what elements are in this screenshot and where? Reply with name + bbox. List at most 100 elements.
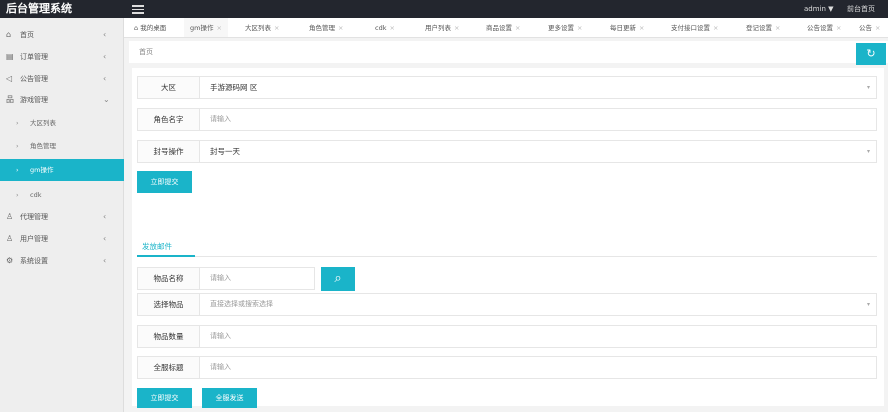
refresh-button[interactable]: ↻ <box>856 43 886 65</box>
role-name-field[interactable]: 角色名字 请输入 <box>137 108 877 131</box>
tab-label: gm操作 <box>190 24 214 32</box>
mail-submit-button[interactable]: 立即提交 <box>137 388 192 408</box>
close-icon[interactable]: × <box>389 24 394 32</box>
close-icon[interactable]: × <box>836 24 841 32</box>
chevron-left-icon: ‹ <box>103 234 107 243</box>
menu-toggle-icon[interactable] <box>132 3 144 15</box>
active-tab-indicator <box>137 255 195 257</box>
chevron-left-icon: ‹ <box>103 30 107 39</box>
sitemap-icon: 品 <box>6 95 14 104</box>
sidebar-item-announcements[interactable]: ◁ 公告管理 ‹ <box>0 68 124 90</box>
sidebar-item-orders[interactable]: ▤ 订单管理 ‹ <box>0 46 124 68</box>
tab-bar: ⌂ 我的桌面 gm操作 × 大区列表 × 角色管理 × cdk × 用户列表 × 商品设置… <box>124 18 888 38</box>
close-icon[interactable]: × <box>454 24 459 32</box>
send-all-button[interactable]: 全服发送 <box>202 388 257 408</box>
ban-select[interactable]: 封号操作 封号一天 ▾ <box>137 140 877 163</box>
ban-label: 封号操作 <box>138 141 200 162</box>
close-icon[interactable]: × <box>515 24 520 32</box>
chevron-down-icon: ▾ <box>866 84 870 91</box>
tab-goods[interactable]: 商品设置 × <box>486 18 520 37</box>
chevron-right-icon: › <box>16 119 19 127</box>
sidebar-item-label: 订单管理 <box>20 53 48 61</box>
breadcrumb-home[interactable]: 首页 <box>139 41 153 63</box>
sidebar-item-home[interactable]: ⌂ 首页 ‹ <box>0 24 124 46</box>
tab-label: 登记设置 <box>746 24 772 32</box>
close-icon[interactable]: × <box>216 24 221 32</box>
sidebar-subitem-regions[interactable]: › 大区列表 <box>0 112 124 134</box>
close-icon[interactable]: × <box>713 24 718 32</box>
quantity-input[interactable]: 请输入 <box>210 326 231 347</box>
select-item-label: 选择物品 <box>138 294 200 315</box>
gm-form-card: 大区 手游源码网 区 ▾ 角色名字 请输入 封号操作 封号一天 ▾ 立即提交 发… <box>132 68 884 408</box>
chevron-left-icon: ‹ <box>103 256 107 265</box>
user-menu[interactable]: admin ▼ <box>804 2 834 16</box>
chevron-down-icon: ▾ <box>866 301 870 308</box>
tab-notice[interactable]: 公告 × <box>859 18 880 37</box>
role-name-input[interactable]: 请输入 <box>210 109 231 130</box>
sidebar-item-label: 公告管理 <box>20 75 48 83</box>
breadcrumb: 首页 ↻ <box>129 41 888 65</box>
speaker-icon: ◁ <box>6 74 13 83</box>
item-name-field[interactable]: 物品名称 请输入 <box>137 267 315 290</box>
close-icon[interactable]: × <box>639 24 644 32</box>
sidebar-item-agents[interactable]: ♙ 代理管理 ‹ <box>0 206 124 228</box>
tab-label: 用户列表 <box>425 24 451 32</box>
region-select[interactable]: 大区 手游源码网 区 ▾ <box>137 76 877 99</box>
main-content: 首页 ↻ 大区 手游源码网 区 ▾ 角色名字 请输入 封号操作 封号一天 ▾ 立… <box>124 38 888 412</box>
chevron-down-icon: ▾ <box>866 148 870 155</box>
tab-gm[interactable]: gm操作 × <box>184 18 228 37</box>
tab-payment[interactable]: 支付接口设置 × <box>671 18 718 37</box>
region-value: 手游源码网 区 <box>210 83 258 92</box>
agent-icon: ♙ <box>6 212 14 221</box>
quantity-field[interactable]: 物品数量 请输入 <box>137 325 877 348</box>
tab-roles[interactable]: 角色管理 × <box>309 18 343 37</box>
tab-label: 角色管理 <box>309 24 335 32</box>
item-name-input[interactable]: 请输入 <box>210 268 231 289</box>
sidebar-item-settings[interactable]: ⚙ 系统设置 ‹ <box>0 250 124 272</box>
sidebar-subitem-label: 角色管理 <box>30 142 56 150</box>
top-bar: 后台管理系统 admin ▼ 前台首页 <box>0 0 888 18</box>
select-item-input[interactable]: 直接选择或搜索选择 <box>210 294 273 315</box>
server-title-input[interactable]: 请输入 <box>210 357 231 378</box>
gear-icon: ⚙ <box>6 256 14 265</box>
close-icon[interactable]: × <box>338 24 343 32</box>
server-title-field[interactable]: 全服标题 请输入 <box>137 356 877 379</box>
sidebar-item-label: 系统设置 <box>20 257 48 265</box>
tab-more[interactable]: 更多设置 × <box>548 18 582 37</box>
sidebar-item-label: 用户管理 <box>20 235 48 243</box>
tab-users[interactable]: 用户列表 × <box>425 18 459 37</box>
sidebar-item-game[interactable]: 品 游戏管理 ⌄ <box>0 89 124 111</box>
close-icon[interactable]: × <box>274 24 279 32</box>
app-title: 后台管理系统 <box>6 2 72 15</box>
chevron-right-icon: › <box>16 142 19 150</box>
close-icon[interactable]: × <box>875 24 880 32</box>
sidebar-subitem-cdk[interactable]: › cdk <box>0 184 124 206</box>
submit-button[interactable]: 立即提交 <box>137 171 192 193</box>
sidebar-item-label: 游戏管理 <box>20 96 48 104</box>
chevron-down-icon: ⌄ <box>103 95 110 104</box>
front-page-link[interactable]: 前台首页 <box>847 2 875 16</box>
select-item-field[interactable]: 选择物品 直接选择或搜索选择 ▾ <box>137 293 877 316</box>
tab-label: 公告设置 <box>807 24 833 32</box>
sidebar-subitem-gm[interactable]: › gm操作 <box>0 159 124 181</box>
sidebar-item-label: 代理管理 <box>20 213 48 221</box>
tab-cdk[interactable]: cdk × <box>375 18 395 37</box>
tab-label: 公告 <box>859 24 872 32</box>
close-icon[interactable]: × <box>775 24 780 32</box>
sidebar-subitem-roles[interactable]: › 角色管理 <box>0 135 124 157</box>
tab-regions[interactable]: 大区列表 × <box>245 18 279 37</box>
tab-notice-settings[interactable]: 公告设置 × <box>807 18 841 37</box>
search-button[interactable]: ⌕ <box>321 267 355 291</box>
tab-label: 大区列表 <box>245 24 271 32</box>
tab-send-mail[interactable]: 发放邮件 <box>142 240 172 254</box>
close-icon[interactable]: × <box>577 24 582 32</box>
tab-label: 支付接口设置 <box>671 24 710 32</box>
sidebar-item-users[interactable]: ♙ 用户管理 ‹ <box>0 228 124 250</box>
tab-register[interactable]: 登记设置 × <box>746 18 780 37</box>
chevron-right-icon: › <box>16 166 19 174</box>
tab-desktop[interactable]: ⌂ 我的桌面 <box>134 18 166 37</box>
tab-daily[interactable]: 每日更新 × <box>610 18 644 37</box>
sidebar-subitem-label: cdk <box>30 191 42 199</box>
sidebar-subitem-label: 大区列表 <box>30 119 56 127</box>
item-name-label: 物品名称 <box>138 268 200 289</box>
